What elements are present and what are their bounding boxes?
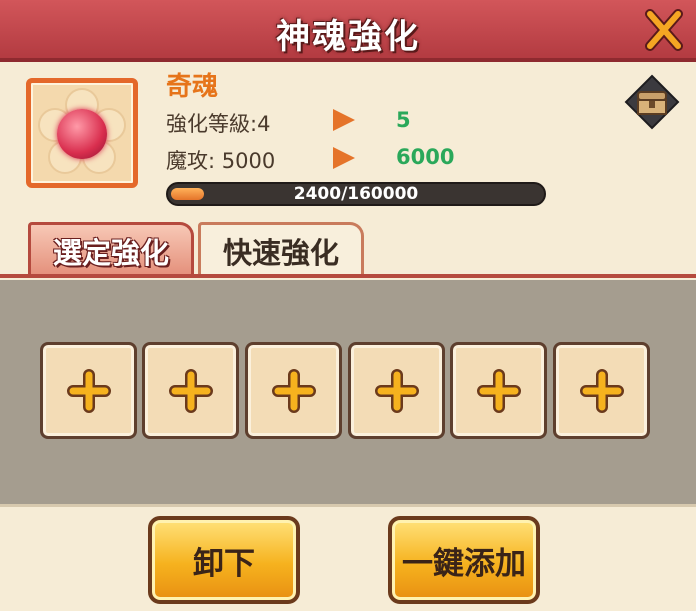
bottom-bar bbox=[0, 507, 696, 611]
add-plus-icon bbox=[169, 369, 213, 413]
soul-name: 奇魂 bbox=[166, 72, 219, 102]
material-slots-area bbox=[0, 280, 696, 507]
treasure-chest-icon[interactable] bbox=[624, 74, 680, 130]
exp-progress-bar: 2400/160000 bbox=[166, 182, 546, 206]
arrow-right-icon bbox=[333, 147, 355, 169]
unequip-button[interactable]: 卸下 bbox=[148, 516, 300, 604]
add-plus-icon bbox=[67, 369, 111, 413]
material-slot[interactable] bbox=[450, 342, 547, 439]
arrow-right-icon bbox=[333, 109, 355, 131]
panel-title: 神魂強化 bbox=[276, 17, 420, 57]
level-label: 強化等級:4 bbox=[166, 112, 271, 136]
material-slot[interactable] bbox=[245, 342, 342, 439]
exp-progress-text: 2400/160000 bbox=[293, 184, 419, 204]
stat-next-value: 6000 bbox=[396, 145, 455, 169]
level-next-value: 5 bbox=[396, 108, 411, 132]
material-slot[interactable] bbox=[142, 342, 239, 439]
add-plus-icon bbox=[477, 369, 521, 413]
tab-quick-enhance[interactable]: 快速強化 bbox=[198, 222, 364, 276]
add-plus-icon bbox=[375, 369, 419, 413]
tab-select-enhance[interactable]: 選定強化 bbox=[28, 222, 194, 276]
add-plus-icon bbox=[272, 369, 316, 413]
material-slot[interactable] bbox=[553, 342, 650, 439]
add-plus-icon bbox=[580, 369, 624, 413]
soul-icon-frame[interactable] bbox=[26, 78, 138, 188]
close-icon[interactable] bbox=[642, 8, 686, 52]
tabs-divider bbox=[0, 274, 696, 278]
material-slot[interactable] bbox=[40, 342, 137, 439]
material-slot[interactable] bbox=[348, 342, 445, 439]
header-bar: 神魂強化 bbox=[0, 0, 696, 62]
stat-label: 魔攻: 5000 bbox=[166, 149, 276, 173]
auto-add-button[interactable]: 一鍵添加 bbox=[388, 516, 540, 604]
soul-orb-icon bbox=[57, 109, 107, 159]
enhance-panel: 神魂強化 奇魂 強化等級:4 5 魔攻: 5000 6000 2400/1600… bbox=[0, 0, 696, 611]
